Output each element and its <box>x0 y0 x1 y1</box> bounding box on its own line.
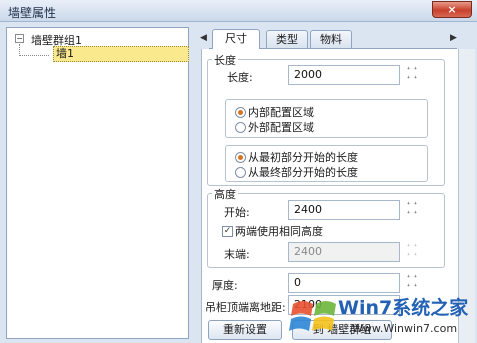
start-height-spinner[interactable]: ⁺ ⁺ ⁺ ⁺ <box>402 200 422 220</box>
tree-connector <box>19 55 49 56</box>
radio-inner-zone[interactable] <box>235 107 246 118</box>
radio-from-start-label: 从最初部分开始的长度 <box>248 151 358 164</box>
spin-down-icon[interactable]: ⁺ ⁺ <box>402 74 422 83</box>
length-spinner[interactable]: ⁺ ⁺ ⁺ ⁺ <box>402 65 422 85</box>
cabinet-height-label: 吊柜顶端离地距: <box>205 301 286 314</box>
start-label: 开始: <box>224 206 250 219</box>
properties-window: 墙壁属性 × − 墙壁群组1 墙1 ◀ 尺寸 类型 物料 ▶ 长度 长度: 20… <box>0 0 477 343</box>
spin-down-icon[interactable]: ⁺ ⁺ <box>402 209 422 218</box>
windows-logo-watermark <box>289 301 336 331</box>
radio-from-end[interactable] <box>235 167 246 178</box>
length-label: 长度: <box>227 71 253 84</box>
thickness-label: 厚度: <box>212 279 238 292</box>
spin-down-icon[interactable]: ⁺ ⁺ <box>402 282 422 291</box>
thickness-input[interactable]: 0 <box>288 273 400 293</box>
window-title: 墙壁属性 <box>8 6 57 20</box>
start-height-input[interactable]: 2400 <box>288 200 400 220</box>
reset-button[interactable]: 重新设置 <box>208 320 282 340</box>
spin-up-icon[interactable]: ⁺ ⁺ <box>402 65 422 74</box>
close-icon: × <box>447 3 457 16</box>
height-group-title: 高度 <box>212 186 238 202</box>
length-input[interactable]: 2000 <box>288 65 400 85</box>
spin-up-icon: ⁺ ⁺ <box>406 242 418 251</box>
thickness-spinner[interactable]: ⁺ ⁺ ⁺ ⁺ <box>402 273 422 293</box>
tab-size[interactable]: 尺寸 <box>212 29 260 49</box>
tree-node-wall[interactable]: 墙1 <box>53 46 189 62</box>
close-button[interactable]: × <box>432 1 472 18</box>
spin-up-icon[interactable]: ⁺ ⁺ <box>402 200 422 209</box>
end-height-spinner: ⁺ ⁺ ⁺ ⁺ <box>402 242 422 262</box>
checkmark-icon: ✓ <box>223 226 232 236</box>
radio-outer-zone[interactable] <box>235 122 246 133</box>
spin-down-icon: ⁺ ⁺ <box>406 251 418 260</box>
tab-type[interactable]: 类型 <box>266 30 308 49</box>
same-height-checkbox[interactable]: ✓ <box>222 226 233 237</box>
wall-tree: − 墙壁群组1 墙1 <box>6 27 189 339</box>
length-group-title: 长度 <box>212 52 238 68</box>
title-bar: 墙壁属性 × <box>0 0 477 22</box>
spin-up-icon[interactable]: ⁺ ⁺ <box>402 273 422 282</box>
radio-from-end-label: 从最终部分开始的长度 <box>248 166 358 179</box>
radio-inner-zone-label: 内部配置区域 <box>248 106 314 119</box>
end-height-input: 2400 <box>288 242 400 262</box>
same-height-label: 两端使用相同高度 <box>235 225 323 238</box>
end-label: 末端: <box>224 248 250 261</box>
tab-scroll-left-icon[interactable]: ◀ <box>200 33 207 43</box>
collapse-icon[interactable]: − <box>15 34 24 43</box>
radio-from-start[interactable] <box>235 152 246 163</box>
radio-outer-zone-label: 外部配置区域 <box>248 121 314 134</box>
tab-scroll-right-icon[interactable]: ▶ <box>450 33 457 43</box>
tab-material[interactable]: 物料 <box>310 30 352 49</box>
watermark-brand: Win7系统之家 <box>338 297 469 319</box>
watermark-url: Www.Winwin7.com <box>352 322 458 335</box>
